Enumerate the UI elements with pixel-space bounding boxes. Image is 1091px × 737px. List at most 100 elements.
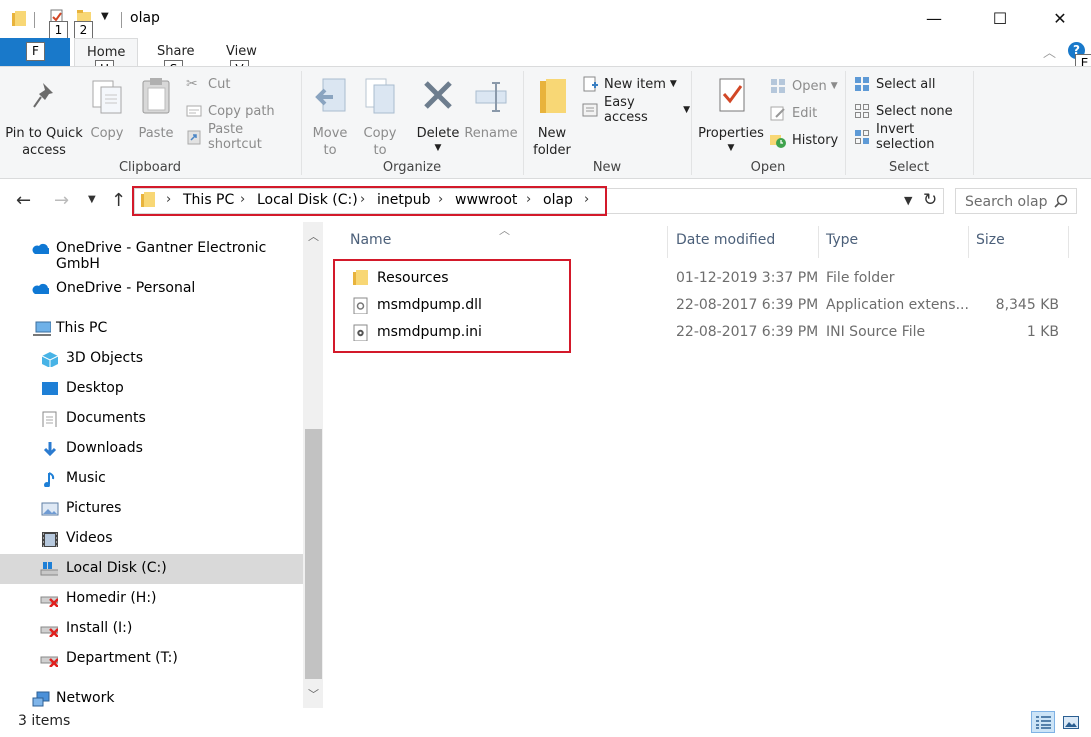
breadcrumb-separator-icon[interactable]: › (240, 192, 245, 207)
open-group: Properties ▼ Open ▼ Edit History Open (692, 67, 844, 180)
pin-label-line2: access (22, 143, 66, 158)
nav-label: Pictures (66, 500, 122, 516)
breadcrumb-this-pc[interactable]: This PC (183, 192, 234, 208)
copy-to-icon (365, 78, 395, 114)
tab-view-label: View (226, 44, 257, 59)
copy-label: Copy (90, 126, 124, 141)
new-item-button[interactable]: New item ▼ (582, 73, 677, 95)
nav-item-department[interactable]: Department (T:) (0, 644, 303, 674)
nav-label: Network (56, 690, 115, 706)
move-to-button[interactable]: Move to (310, 73, 350, 158)
copy-to-button[interactable]: Copy to (360, 73, 400, 158)
ribbon-collapse-icon[interactable]: ︿ (1043, 42, 1056, 61)
file-date: 22-08-2017 6:39 PM (676, 324, 819, 340)
disconnected-drive-icon (40, 626, 58, 637)
pin-to-quick-access-button[interactable]: Pin to Quick access (4, 73, 84, 158)
copy-path-label: Copy path (208, 103, 275, 119)
tab-view[interactable]: View (226, 44, 257, 59)
network-icon (32, 691, 50, 707)
breadcrumb-separator-icon[interactable]: › (438, 192, 443, 207)
up-arrow-icon[interactable]: ↑ (111, 190, 126, 211)
scroll-down-icon[interactable]: ﹀ (308, 686, 319, 702)
close-button[interactable]: ✕ (1037, 0, 1083, 38)
nav-item-3d-objects[interactable]: 3D Objects (0, 344, 303, 374)
properties-icon (719, 78, 745, 112)
pictures-icon (41, 502, 59, 516)
easy-access-button[interactable]: Easy access ▼ (582, 95, 690, 125)
forward-arrow-icon[interactable]: → (54, 190, 69, 211)
column-header-size[interactable]: Size (976, 232, 1005, 248)
delete-icon (424, 81, 452, 109)
tab-share[interactable]: Share (157, 44, 195, 59)
large-icons-view-icon (1063, 716, 1079, 729)
file-type: File folder (826, 270, 895, 286)
file-size: 1 KB (1026, 324, 1059, 340)
large-icons-view-button[interactable] (1059, 711, 1083, 733)
qat-dropdown-icon[interactable]: ▼ (101, 11, 109, 22)
back-arrow-icon[interactable]: ← (16, 190, 31, 211)
nav-item-onedrive-personal[interactable]: OneDrive - Personal (0, 274, 303, 304)
breadcrumb-separator-icon[interactable]: › (360, 192, 365, 207)
nav-item-pictures[interactable]: Pictures (0, 494, 303, 524)
details-view-button[interactable] (1031, 711, 1055, 733)
nav-item-music[interactable]: Music (0, 464, 303, 494)
breadcrumb-wwwroot[interactable]: wwwroot (455, 192, 517, 208)
column-header-type[interactable]: Type (826, 232, 858, 248)
cloud-icon (32, 243, 49, 254)
nav-item-downloads[interactable]: Downloads (0, 434, 303, 464)
new-item-dropdown-icon: ▼ (669, 79, 677, 89)
copy-button[interactable]: Copy (88, 73, 126, 157)
rename-icon (475, 82, 507, 112)
breadcrumb-separator-icon[interactable]: › (166, 192, 171, 207)
nav-item-local-disk[interactable]: Local Disk (C:) (0, 554, 303, 584)
select-group: Select all Select none Invert selection … (846, 67, 972, 180)
file-type: Application extens... (826, 297, 969, 313)
paste-shortcut-icon (186, 129, 202, 145)
select-all-button[interactable]: Select all (854, 73, 935, 95)
nav-item-homedir[interactable]: Homedir (H:) (0, 584, 303, 614)
invert-selection-button[interactable]: Invert selection (854, 122, 972, 152)
nav-item-documents[interactable]: Documents (0, 404, 303, 434)
delete-dropdown-icon: ▼ (434, 143, 442, 153)
refresh-icon[interactable]: ↻ (923, 190, 937, 210)
paste-button[interactable]: Paste (134, 73, 178, 157)
breadcrumb-inetpub[interactable]: inetpub (377, 192, 431, 208)
scrollbar-thumb[interactable] (305, 429, 322, 679)
drive-icon (40, 562, 58, 576)
new-group: New folder New item ▼ Easy access ▼ New (524, 67, 690, 180)
paste-shortcut-button[interactable]: Paste shortcut (186, 122, 300, 152)
minimize-button[interactable]: — (911, 0, 957, 38)
address-history-dropdown-icon[interactable]: ▼ (904, 194, 912, 207)
new-folder-button[interactable]: New folder (530, 73, 574, 158)
history-button[interactable]: History (770, 129, 838, 151)
open-button[interactable]: Open ▼ (770, 75, 838, 97)
edit-button[interactable]: Edit (770, 102, 817, 124)
breadcrumb-separator-icon[interactable]: › (584, 192, 589, 207)
breadcrumb-local-disk[interactable]: Local Disk (C:) (257, 192, 358, 208)
select-none-button[interactable]: Select none (854, 100, 953, 122)
scroll-up-icon[interactable]: ︿ (308, 228, 319, 244)
clipboard-group: Pin to Quick access Copy Paste ✂ Cut Cop… (0, 67, 300, 180)
delete-button[interactable]: Delete ▼ (414, 73, 462, 157)
breadcrumb-separator-icon[interactable]: › (526, 192, 531, 207)
breadcrumb-olap[interactable]: olap (543, 192, 573, 208)
nav-item-install[interactable]: Install (I:) (0, 614, 303, 644)
column-header-date-modified[interactable]: Date modified (676, 232, 775, 248)
tab-share-label: Share (157, 44, 195, 59)
nav-item-this-pc[interactable]: This PC (0, 314, 303, 344)
column-header-name[interactable]: Name (350, 232, 391, 248)
properties-button[interactable]: Properties ▼ (698, 73, 764, 157)
files-highlight-box (333, 259, 571, 353)
maximize-button[interactable]: ☐ (977, 0, 1023, 38)
recent-locations-dropdown-icon[interactable]: ▼ (88, 194, 96, 205)
nav-item-onedrive-gantner[interactable]: OneDrive - Gantner Electronic GmbH (0, 234, 303, 272)
cut-button[interactable]: ✂ Cut (186, 73, 230, 95)
search-input[interactable]: Search olap (955, 188, 1077, 214)
document-icon (42, 411, 57, 427)
easy-access-label: Easy access (604, 95, 648, 125)
nav-item-videos[interactable]: Videos (0, 524, 303, 554)
copy-path-button[interactable]: Copy path (186, 100, 275, 122)
disconnected-drive-icon (40, 596, 58, 607)
rename-button[interactable]: Rename (464, 73, 518, 157)
nav-item-desktop[interactable]: Desktop (0, 374, 303, 404)
